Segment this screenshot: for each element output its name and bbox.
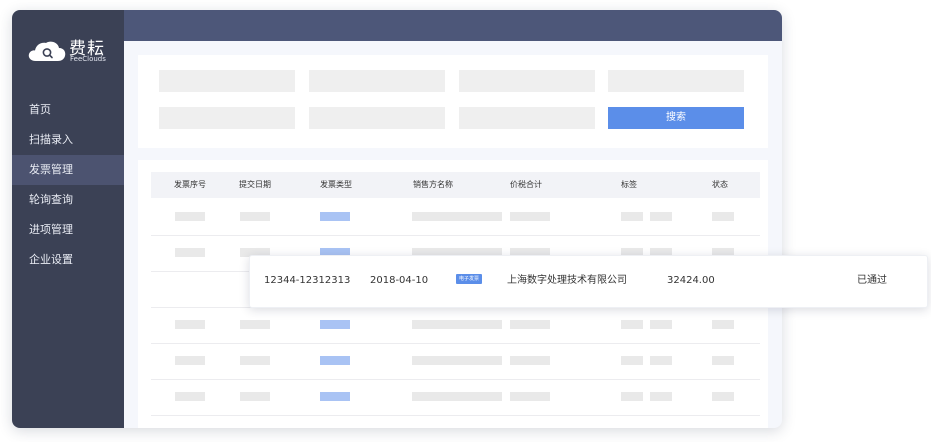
- column-header-seller[interactable]: 销售方名称: [413, 172, 453, 198]
- invoice-type-badge: 电子发票: [456, 274, 483, 284]
- placeholder-cell: [175, 356, 205, 365]
- placeholder-cell: [510, 392, 550, 401]
- placeholder-cell: [712, 356, 734, 365]
- sidebar-item-invoice-management[interactable]: 发票管理: [12, 155, 124, 185]
- highlighted-invoice-row[interactable]: 12344-12312313 2018-04-10 电子发票 上海数字处理技术有…: [249, 255, 928, 308]
- placeholder-cell: [650, 320, 672, 329]
- filter-field-5[interactable]: [159, 107, 295, 129]
- status-badge: 已通过: [857, 275, 887, 286]
- app-window: 费耘 FeeClouds 首页 扫描录入 发票管理 轮询查询 进项管理 企业设置…: [12, 10, 782, 428]
- placeholder-cell: [621, 320, 643, 329]
- filter-field-2[interactable]: [309, 70, 445, 92]
- placeholder-cell: [175, 212, 205, 221]
- column-header-invoice-type[interactable]: 发票类型: [320, 172, 352, 198]
- brand-logo: 费耘 FeeClouds: [28, 36, 118, 64]
- placeholder-cell: [320, 392, 350, 401]
- placeholder-cell: [412, 212, 502, 221]
- table-row[interactable]: [151, 379, 760, 416]
- sidebar-item-company-settings[interactable]: 企业设置: [12, 245, 124, 275]
- column-header-total[interactable]: 价税合计: [510, 172, 542, 198]
- placeholder-cell: [650, 392, 672, 401]
- placeholder-cell: [650, 212, 672, 221]
- placeholder-cell: [320, 356, 350, 365]
- placeholder-cell: [510, 212, 550, 221]
- filter-field-3[interactable]: [459, 70, 595, 92]
- sidebar-nav: 首页 扫描录入 发票管理 轮询查询 进项管理 企业设置: [12, 95, 124, 275]
- cloud-logo-icon: [28, 41, 66, 61]
- placeholder-cell: [510, 320, 550, 329]
- invoice-number: 12344-12312313: [264, 275, 351, 286]
- column-header-status[interactable]: 状态: [712, 172, 728, 198]
- placeholder-cell: [175, 392, 205, 401]
- placeholder-cell: [320, 212, 350, 221]
- placeholder-cell: [621, 212, 643, 221]
- filter-field-4[interactable]: [608, 70, 744, 92]
- placeholder-cell: [240, 212, 270, 221]
- column-header-submit-date[interactable]: 提交日期: [239, 172, 271, 198]
- filter-field-6[interactable]: [309, 107, 445, 129]
- placeholder-cell: [621, 392, 643, 401]
- submit-date: 2018-04-10: [370, 275, 429, 286]
- placeholder-cell: [712, 392, 734, 401]
- table-row[interactable]: [151, 307, 760, 344]
- sidebar-item-input-management[interactable]: 进项管理: [12, 215, 124, 245]
- placeholder-cell: [621, 356, 643, 365]
- placeholder-cell: [320, 320, 350, 329]
- brand-name-en: FeeClouds: [70, 55, 106, 63]
- placeholder-cell: [510, 356, 550, 365]
- search-button[interactable]: 搜索: [608, 107, 744, 129]
- placeholder-cell: [240, 356, 270, 365]
- placeholder-cell: [412, 320, 502, 329]
- placeholder-cell: [175, 320, 205, 329]
- table-header: 发票序号 提交日期 发票类型 销售方名称 价税合计 标签 状态: [151, 172, 760, 198]
- top-bar: [124, 10, 782, 41]
- placeholder-cell: [650, 356, 672, 365]
- column-header-tags[interactable]: 标签: [621, 172, 637, 198]
- table-row[interactable]: [151, 343, 760, 380]
- seller-name: 上海数字处理技术有限公司: [507, 275, 627, 286]
- placeholder-cell: [712, 320, 734, 329]
- filter-field-7[interactable]: [459, 107, 595, 129]
- sidebar-item-polling-query[interactable]: 轮询查询: [12, 185, 124, 215]
- table-row[interactable]: [151, 199, 760, 236]
- placeholder-cell: [412, 356, 502, 365]
- sidebar-item-home[interactable]: 首页: [12, 95, 124, 125]
- filter-field-1[interactable]: [159, 70, 295, 92]
- column-header-invoice-no[interactable]: 发票序号: [174, 172, 206, 198]
- filter-panel: 搜索: [138, 55, 768, 148]
- sidebar-item-scan-entry[interactable]: 扫描录入: [12, 125, 124, 155]
- placeholder-cell: [412, 392, 502, 401]
- placeholder-cell: [712, 212, 734, 221]
- placeholder-cell: [175, 248, 205, 257]
- total-amount: 32424.00: [667, 275, 715, 286]
- placeholder-cell: [240, 320, 270, 329]
- sidebar: 费耘 FeeClouds 首页 扫描录入 发票管理 轮询查询 进项管理 企业设置: [12, 10, 124, 428]
- placeholder-cell: [240, 392, 270, 401]
